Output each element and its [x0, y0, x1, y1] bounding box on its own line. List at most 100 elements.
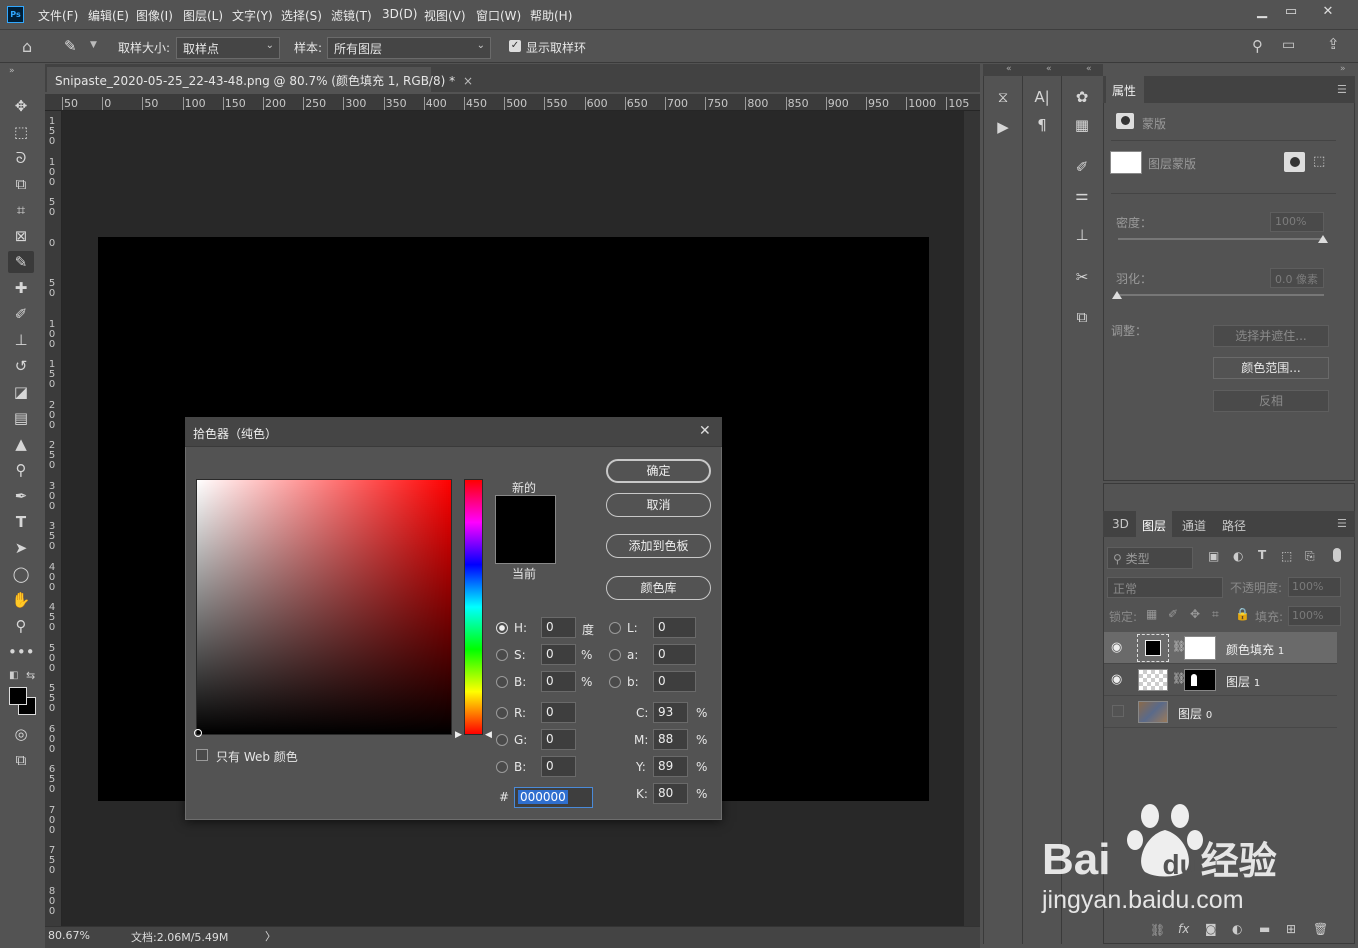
collapse-icon[interactable]: « [1006, 64, 1012, 74]
layer-mask-thumbnail[interactable] [1110, 151, 1142, 174]
m-field[interactable]: 88 [653, 729, 688, 750]
frame-tool-icon[interactable]: ⊠ [8, 225, 34, 247]
close-dialog-icon[interactable]: ✕ [699, 423, 711, 439]
collapse-icon[interactable]: « [1086, 64, 1092, 74]
s-field[interactable]: 0 [541, 644, 576, 665]
menu-select[interactable]: 选择(S) [281, 7, 322, 24]
workspace-icon[interactable]: ▭ [1282, 37, 1295, 53]
minimize-icon[interactable]: ▁ [1250, 2, 1274, 22]
maximize-icon[interactable]: ▭ [1279, 2, 1303, 22]
swatches-grid-icon[interactable]: ▦ [1062, 116, 1102, 134]
k-field[interactable]: 80 [653, 783, 688, 804]
character-icon[interactable]: A| [1023, 88, 1061, 106]
panel-menu-icon[interactable]: ☰ [1337, 83, 1347, 96]
adjustments-icon[interactable]: ⚌ [1062, 186, 1102, 204]
layer-mask-thumbnail[interactable] [1184, 636, 1216, 660]
y-field[interactable]: 89 [653, 756, 688, 777]
swap-colors-icon[interactable]: ⇆ [26, 669, 35, 682]
layer-name[interactable]: 颜色填充 1 [1226, 641, 1284, 658]
r-radio[interactable] [496, 707, 508, 719]
layer-mask-thumbnail[interactable] [1184, 669, 1216, 691]
hue-slider-left-arrow-icon[interactable]: ▶ [455, 730, 462, 740]
pen-tool-icon[interactable]: ✒ [8, 485, 34, 507]
close-tab-icon[interactable]: × [463, 74, 473, 88]
visibility-eye-icon[interactable]: ◉ [1111, 640, 1122, 655]
l-field[interactable]: 0 [653, 617, 696, 638]
ok-button[interactable]: 确定 [606, 459, 711, 483]
g-field[interactable]: 0 [541, 729, 576, 750]
invert-button[interactable]: 反相 [1213, 390, 1329, 412]
density-field[interactable]: 100% [1270, 212, 1324, 232]
cancel-button[interactable]: 取消 [606, 493, 711, 517]
menu-view[interactable]: 视图(V) [424, 7, 466, 24]
object-select-tool-icon[interactable]: ⧉ [8, 173, 34, 195]
add-to-swatches-button[interactable]: 添加到色板 [606, 534, 711, 558]
libraries-icon[interactable]: ⧉ [1062, 308, 1102, 326]
zoom-tool-icon[interactable]: ⚲ [8, 615, 34, 637]
a-field[interactable]: 0 [653, 644, 696, 665]
visibility-toggle[interactable] [1112, 705, 1124, 717]
collapse-toolbar-icon[interactable]: » [9, 66, 15, 76]
eyedropper-preset-icon[interactable]: ✎ [64, 37, 77, 55]
document-tab[interactable]: Snipaste_2020-05-25_22-43-48.png @ 80.7%… [47, 67, 473, 92]
dodge-tool-icon[interactable]: ⚲ [8, 459, 34, 481]
feather-slider[interactable] [1118, 294, 1324, 296]
hue-slider[interactable] [464, 479, 483, 735]
search-icon[interactable]: ⚲ [1252, 37, 1263, 55]
menu-image[interactable]: 图像(I) [136, 7, 173, 24]
marquee-tool-icon[interactable]: ⬚ [8, 121, 34, 143]
lasso-tool-icon[interactable]: ᘐ [8, 147, 34, 169]
menu-type[interactable]: 文字(Y) [232, 7, 273, 24]
filter-adjust-icon[interactable]: ◐ [1233, 549, 1243, 563]
tab-channels[interactable]: 通道 [1176, 511, 1212, 537]
lock-all-icon[interactable]: 🔒 [1235, 607, 1250, 621]
hue-slider-right-arrow-icon[interactable]: ◀ [485, 730, 492, 740]
close-window-icon[interactable]: ✕ [1316, 2, 1340, 22]
current-color-swatch[interactable] [495, 530, 556, 564]
filter-shape-icon[interactable]: ⬚ [1281, 549, 1292, 563]
opacity-field[interactable]: 100% [1288, 577, 1341, 597]
brightness-field[interactable]: 0 [541, 671, 576, 692]
color-field-cursor[interactable] [194, 729, 202, 737]
tab-paths[interactable]: 路径 [1216, 511, 1252, 537]
hex-field[interactable]: 000000 [514, 787, 593, 808]
layer-thumbnail[interactable] [1138, 701, 1168, 723]
actions-play-icon[interactable]: ▶ [984, 118, 1022, 136]
filter-pixel-icon[interactable]: ▣ [1208, 549, 1219, 563]
menu-window[interactable]: 窗口(W) [476, 7, 521, 24]
color-libraries-button[interactable]: 颜色库 [606, 576, 711, 600]
s-radio[interactable] [496, 649, 508, 661]
path-select-tool-icon[interactable]: ➤ [8, 537, 34, 559]
healing-brush-tool-icon[interactable]: ✚ [8, 277, 34, 299]
sample-select[interactable]: 所有图层 ⌄ [327, 37, 491, 59]
sample-size-select[interactable]: 取样点 ⌄ [176, 37, 280, 59]
hand-tool-icon[interactable]: ✋ [8, 589, 34, 611]
eraser-tool-icon[interactable]: ◪ [8, 381, 34, 403]
default-colors-icon[interactable]: ◧ [9, 670, 18, 681]
fill-layer-thumbnail[interactable] [1137, 634, 1169, 662]
saturation-brightness-field[interactable] [196, 479, 452, 735]
menu-layer[interactable]: 图层(L) [183, 7, 223, 24]
lock-pixels-icon[interactable]: ✐ [1168, 607, 1178, 621]
select-and-mask-button[interactable]: 选择并遮住... [1213, 325, 1329, 347]
screen-mode-icon[interactable]: ⧉ [8, 749, 34, 771]
r-field[interactable]: 0 [541, 702, 576, 723]
tab-layers[interactable]: 图层 [1136, 511, 1173, 537]
blend-mode-select[interactable]: 正常 [1107, 577, 1223, 598]
l-radio[interactable] [609, 622, 621, 634]
web-colors-only-checkbox[interactable] [196, 749, 208, 761]
fill-field[interactable]: 100% [1288, 606, 1341, 626]
type-tool-icon[interactable]: T [8, 511, 34, 533]
a-radio[interactable] [609, 649, 621, 661]
zoom-level[interactable]: 80.67% [48, 929, 90, 942]
menu-file[interactable]: 文件(F) [38, 7, 78, 24]
brush-settings-icon[interactable]: ✐ [1062, 158, 1102, 176]
menu-3d[interactable]: 3D(D) [382, 7, 417, 21]
layer-name[interactable]: 图层 0 [1178, 705, 1212, 722]
brightness-radio[interactable] [496, 676, 508, 688]
vertical-scrollbar[interactable] [964, 111, 980, 926]
feather-slider-thumb[interactable] [1112, 291, 1122, 299]
share-icon[interactable]: ⇪ [1327, 35, 1340, 53]
filter-type-icon[interactable]: T [1258, 548, 1266, 562]
add-vector-mask-icon[interactable]: ⬚ [1313, 154, 1325, 169]
